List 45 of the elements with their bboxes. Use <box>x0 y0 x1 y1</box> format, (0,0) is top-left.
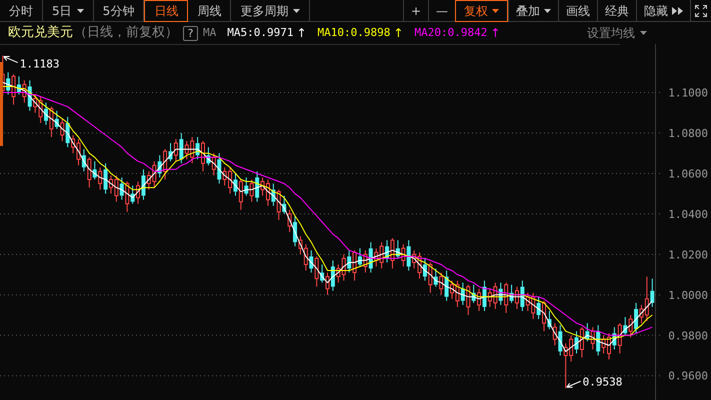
trend-arrow: ↑ <box>490 25 500 42</box>
price-label: 1.1183 <box>20 58 60 71</box>
fullscreen-icon <box>695 5 707 17</box>
price-label: 0.9538 <box>582 375 622 388</box>
toolbar-button[interactable]: 经典 <box>597 0 636 22</box>
axis-label: 1.0200 <box>668 248 708 262</box>
period-tab[interactable]: 周线 <box>188 0 232 22</box>
moving-average-value: MA5:0.9971 <box>227 24 294 41</box>
period-tab[interactable]: 分时 <box>0 0 43 22</box>
caret-icon <box>640 31 647 35</box>
candlestick <box>482 280 486 312</box>
toolbar-button[interactable]: 隐藏 <box>636 0 690 22</box>
period-tab[interactable]: 5日 <box>43 0 94 22</box>
trend-arrow: ↑ <box>393 25 404 42</box>
instrument-name: 欧元兑美元 <box>8 24 73 42</box>
pointer-arrow <box>566 380 582 388</box>
indicator-name: MA <box>203 24 216 41</box>
axis-label: 0.9600 <box>668 370 708 383</box>
toolbar-button[interactable]: 画线 <box>558 0 597 22</box>
candlestick <box>514 286 519 310</box>
period-note: （日线，前复权） <box>74 24 178 42</box>
axis-label: 0.9800 <box>668 329 708 342</box>
help-button[interactable]: ? <box>183 26 198 40</box>
toolbar-button[interactable]: 叠加 <box>508 0 558 22</box>
moving-average-value: MA20:0.9842 <box>414 24 488 41</box>
axis-label: 1.1000 <box>668 86 708 100</box>
ma-settings-button[interactable]: 设置均线 <box>587 24 647 42</box>
double-chevron-icon <box>672 7 683 15</box>
candlestick <box>650 278 654 308</box>
axis-label: 1.0400 <box>668 208 708 221</box>
candlestick <box>179 132 184 164</box>
moving-average-value: MA10:0.9898 <box>318 24 390 41</box>
axis-label: 1.0800 <box>668 127 708 140</box>
toolbar-button[interactable]: — <box>428 0 455 22</box>
period-tab[interactable]: 5分钟 <box>94 0 144 22</box>
period-tab[interactable]: 日线 <box>144 0 188 22</box>
pointer-arrow <box>3 56 18 64</box>
toolbar-button[interactable]: 复权 <box>455 0 508 22</box>
axis-label: 1.0000 <box>668 288 708 302</box>
trend-arrow: ↑ <box>296 25 307 42</box>
candlestick <box>558 324 562 356</box>
axis-label: 1.0600 <box>668 167 708 180</box>
period-tab[interactable]: 更多周期 <box>231 0 310 22</box>
candlestick <box>406 240 411 272</box>
toolbar-button[interactable]: + <box>402 0 428 22</box>
